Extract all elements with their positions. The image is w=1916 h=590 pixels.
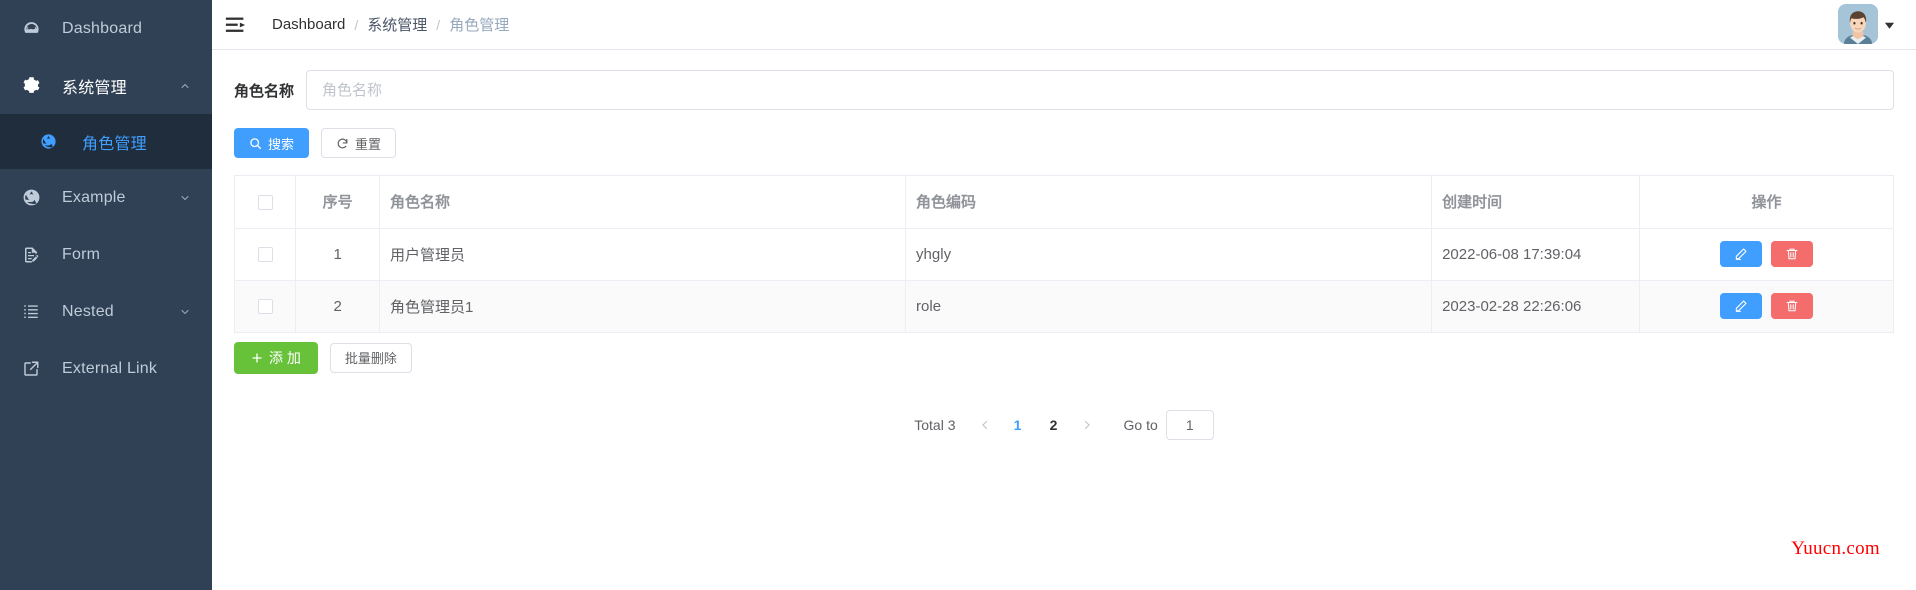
- breadcrumb-separator: /: [354, 16, 359, 33]
- filter-row: 角色名称: [234, 70, 1894, 110]
- table-header-select-all: [235, 176, 297, 229]
- top-navbar: Dashboard / 系统管理 / 角色管理: [212, 0, 1916, 50]
- edit-button[interactable]: [1719, 241, 1762, 267]
- pagination-goto-label: Go to: [1123, 416, 1158, 433]
- row-operations: [1639, 228, 1893, 281]
- chevron-right-icon[interactable]: [1072, 411, 1102, 439]
- sidebar-item-system-management[interactable]: 系统管理: [0, 57, 212, 114]
- sidebar-item-label: Nested: [62, 302, 114, 320]
- row-select-cell: [235, 280, 297, 333]
- sidebar-item-label: Form: [62, 245, 101, 263]
- row-create-time: 2023-02-28 22:26:06: [1431, 280, 1640, 333]
- table-header-role-name: 角色名称: [379, 176, 907, 229]
- pagination-page-1[interactable]: 1: [1003, 411, 1033, 439]
- sidebar-item-label: Dashboard: [62, 19, 143, 37]
- watermark: Yuucn.com: [1791, 538, 1880, 559]
- table-header-create-time: 创建时间: [1431, 176, 1640, 229]
- reset-button-label: 重置: [355, 136, 382, 152]
- pagination-total: Total 3: [914, 416, 956, 433]
- table-row: 2 角色管理员1 role 2023-02-28 22:26:06: [235, 280, 1893, 333]
- role-name-label: 角色名称: [234, 82, 295, 100]
- batch-delete-button[interactable]: 批量删除: [329, 342, 412, 373]
- sidebar-item-external-link[interactable]: External Link: [0, 340, 212, 397]
- sidebar-item-label: External Link: [62, 359, 158, 377]
- role-name-input[interactable]: [306, 70, 1894, 110]
- row-role-code: role: [905, 280, 1433, 333]
- pagination-goto-input[interactable]: [1165, 409, 1214, 440]
- edit-button[interactable]: [1719, 293, 1762, 319]
- row-role-code: yhgly: [905, 228, 1433, 281]
- select-all-checkbox[interactable]: [257, 194, 273, 210]
- search-button[interactable]: 搜索: [234, 128, 310, 158]
- sidebar-item-form[interactable]: Form: [0, 226, 212, 283]
- gear-icon: [22, 76, 48, 96]
- chevron-left-icon[interactable]: [970, 411, 1000, 439]
- search-button-label: 搜索: [268, 136, 295, 152]
- search-icon: [249, 137, 262, 150]
- table-header-role-code: 角色编码: [905, 176, 1433, 229]
- pagination-page-2[interactable]: 2: [1039, 411, 1069, 439]
- row-index: 1: [295, 228, 380, 281]
- caret-down-icon[interactable]: [1884, 18, 1896, 30]
- filter-buttons: 搜索 重置: [234, 128, 1894, 158]
- content-area: 角色名称 搜索: [212, 50, 1916, 590]
- external-link-icon: [22, 359, 48, 379]
- breadcrumb-item-system-management[interactable]: 系统管理: [367, 14, 427, 35]
- user-menu[interactable]: [1838, 4, 1896, 44]
- delete-button[interactable]: [1770, 293, 1813, 319]
- chevron-down-icon: [178, 305, 192, 319]
- hamburger-collapse-icon[interactable]: [212, 0, 258, 50]
- component-icon: [22, 188, 48, 208]
- row-checkbox[interactable]: [257, 247, 273, 263]
- add-button-label: 添 加: [269, 349, 301, 366]
- table-header-operations: 操作: [1639, 176, 1893, 229]
- row-select-cell: [235, 228, 297, 281]
- sidebar-item-nested[interactable]: Nested: [0, 283, 212, 340]
- sidebar: Dashboard 系统管理 角色管理 Example Form Nested …: [0, 0, 212, 590]
- breadcrumb: Dashboard / 系统管理 / 角色管理: [272, 14, 509, 35]
- row-operations: [1639, 280, 1893, 333]
- app-root: Dashboard 系统管理 角色管理 Example Form Nested …: [0, 0, 1916, 590]
- batch-delete-label: 批量删除: [344, 351, 397, 366]
- sidebar-item-label: Example: [62, 188, 126, 206]
- row-create-time: 2022-06-08 17:39:04: [1431, 228, 1640, 281]
- row-checkbox[interactable]: [257, 299, 273, 315]
- table-header-index: 序号: [295, 176, 380, 229]
- main-area: Dashboard / 系统管理 / 角色管理 角色名称 角色名称 搜索 重置 …: [212, 0, 1916, 590]
- table-header-row: 序号 角色名称 角色编码 创建时间 操作: [235, 176, 1893, 229]
- sidebar-item-role-management[interactable]: 角色管理: [0, 114, 212, 169]
- add-button[interactable]: 添 加: [234, 341, 318, 374]
- breadcrumb-item-role-management: 角色管理: [449, 17, 510, 34]
- form-icon: [22, 245, 48, 265]
- avatar: [1838, 4, 1878, 44]
- nested-list-icon: [22, 302, 48, 322]
- sidebar-item-dashboard[interactable]: Dashboard: [0, 0, 212, 57]
- pagination: Total 3 1 2 Go to: [234, 409, 1894, 440]
- sidebar-item-example[interactable]: Example: [0, 169, 212, 226]
- roles-table: 序号 角色名称 角色编码 创建时间 操作 1 用户管理员 yhgly 2022-…: [234, 175, 1894, 333]
- reset-button[interactable]: 重置: [321, 128, 397, 158]
- table-actions: 添 加 批量删除: [234, 341, 1894, 374]
- breadcrumb-separator: /: [436, 16, 441, 33]
- delete-button[interactable]: [1770, 241, 1813, 267]
- row-role-name: 角色管理员1: [379, 280, 907, 333]
- chevron-up-icon: [178, 79, 192, 93]
- sidebar-item-label: 角色管理: [82, 135, 147, 153]
- breadcrumb-item-dashboard[interactable]: Dashboard: [272, 16, 345, 33]
- sidebar-item-label: 系统管理: [62, 79, 127, 97]
- refresh-icon: [336, 137, 349, 150]
- row-role-name: 用户管理员: [379, 228, 907, 281]
- dashboard-icon: [22, 19, 48, 39]
- table-row: 1 用户管理员 yhgly 2022-06-08 17:39:04: [235, 228, 1893, 281]
- chevron-down-icon: [178, 191, 192, 205]
- plus-icon: [251, 352, 263, 364]
- component-icon: [40, 132, 66, 152]
- row-index: 2: [295, 280, 380, 333]
